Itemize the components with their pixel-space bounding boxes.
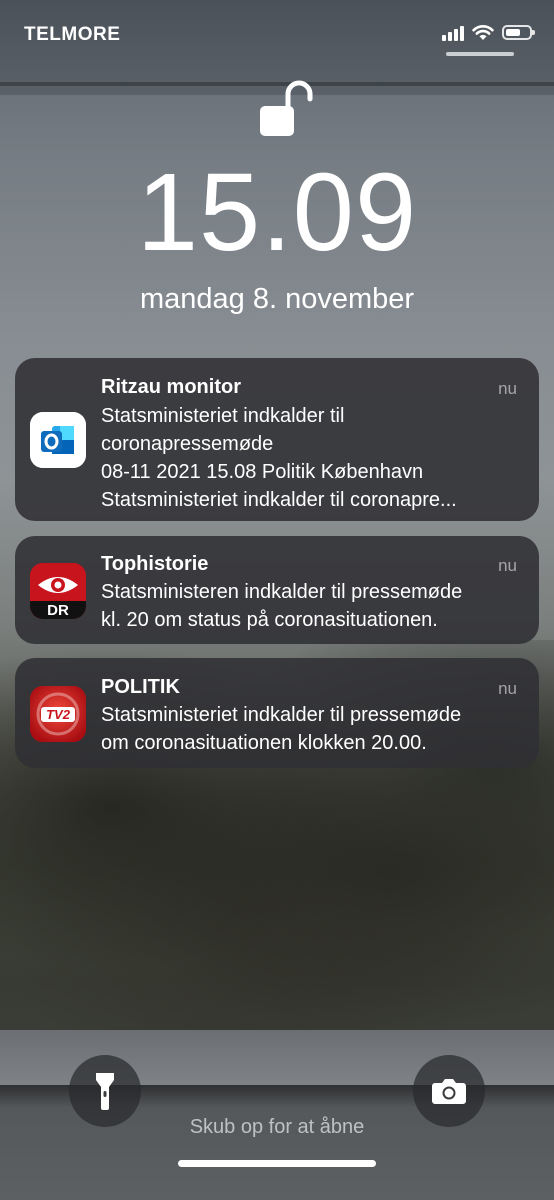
control-center-indicator[interactable] <box>446 52 514 56</box>
notification-line: 08-11 2021 15.08 Politik København <box>101 461 424 483</box>
notification-politik[interactable]: TV2 POLITIK nu Statsministeriet indkalde… <box>15 658 539 768</box>
wifi-icon <box>472 25 494 40</box>
tv2-icon: TV2 <box>30 686 86 742</box>
outlook-icon <box>30 412 86 468</box>
battery-icon <box>502 25 535 40</box>
notification-line: coronapressemøde <box>101 433 274 455</box>
notification-ritzau-monitor[interactable]: Ritzau monitor nu Statsministeriet indka… <box>15 358 539 521</box>
camera-icon <box>432 1079 466 1104</box>
notification-title: Tophistorie <box>101 553 209 575</box>
notification-time: nu <box>498 556 517 575</box>
carrier-name: TELMORE <box>24 24 121 45</box>
home-indicator[interactable] <box>178 1160 376 1167</box>
notification-time: nu <box>498 679 517 698</box>
flashlight-icon <box>96 1073 114 1110</box>
notification-line: Statsministeriet indkalder til coronapre… <box>101 489 457 511</box>
notification-time: nu <box>498 379 517 398</box>
notification-line: kl. 20 om status på coronasituationen. <box>101 609 438 631</box>
notification-body: Statsministeren indkalder til pressemøde… <box>101 578 517 634</box>
dr-logo-text: DR <box>47 602 69 619</box>
status-icons <box>442 24 535 41</box>
cellular-signal-icon <box>442 25 464 41</box>
notification-line: Statsministeriet indkalder til <box>101 405 345 427</box>
tv2-logo-text: TV2 <box>46 707 71 722</box>
lock-screen-time: 15.09 <box>136 151 418 274</box>
dr-icon: DR <box>30 563 86 619</box>
notification-title: Ritzau monitor <box>101 376 241 398</box>
notification-body: Statsministeriet indkalder til pressemød… <box>101 701 517 757</box>
notification-title: POLITIK <box>101 676 180 698</box>
notification-line: Statsministeriet indkalder til pressemød… <box>101 704 462 726</box>
notification-body: Statsministeriet indkalder til coronapre… <box>101 402 517 514</box>
notification-tophistorie[interactable]: DR Tophistorie nu Statsministeren indkal… <box>15 536 539 644</box>
notification-line: om coronasituationen klokken 20.00. <box>101 732 427 754</box>
notification-line: Statsministeren indkalder til pressemøde <box>101 581 463 603</box>
lock-screen-date: mandag 8. november <box>139 283 415 315</box>
swipe-up-hint: Skub op for at åbne <box>189 1116 365 1138</box>
status-bar: TELMORE <box>0 0 554 70</box>
unlocked-padlock-icon <box>260 80 313 136</box>
